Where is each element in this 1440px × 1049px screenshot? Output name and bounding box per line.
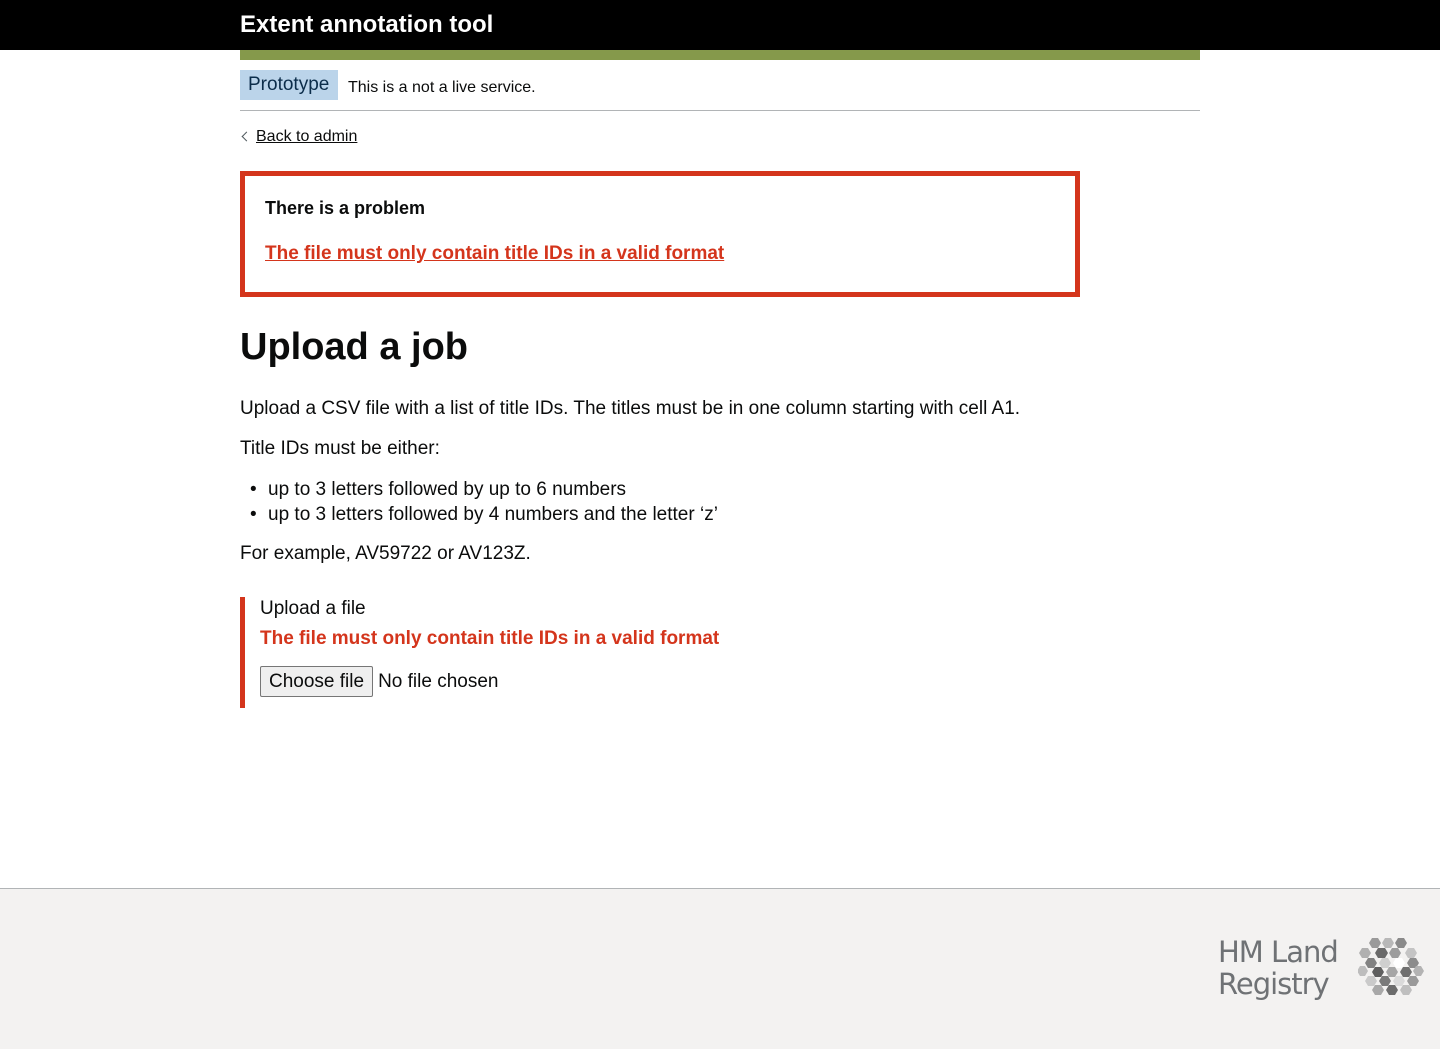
list-item: up to 3 letters followed by 4 numbers an… bbox=[240, 502, 718, 527]
hm-land-registry-logo[interactable]: HM Land Registry bbox=[1218, 936, 1424, 1000]
logo-line1: HM Land bbox=[1218, 935, 1339, 969]
footer: HM Land Registry bbox=[0, 888, 1440, 1049]
error-summary: There is a problem The file must only co… bbox=[240, 171, 1080, 297]
file-upload-error-message: The file must only contain title IDs in … bbox=[260, 628, 720, 649]
list-item: up to 3 letters followed by up to 6 numb… bbox=[240, 477, 718, 502]
error-summary-link[interactable]: The file must only contain title IDs in … bbox=[265, 242, 724, 266]
phase-tag: Prototype bbox=[240, 70, 339, 100]
phase-banner-text: This is a not a live service. bbox=[348, 79, 536, 96]
header: Extent annotation tool bbox=[0, 0, 1440, 50]
header-accent-bar bbox=[240, 50, 1200, 60]
hexagon-logo-icon bbox=[1357, 938, 1424, 995]
example-text: For example, AV59722 or AV123Z. bbox=[240, 543, 531, 564]
formats-lead-text: Title IDs must be either: bbox=[240, 438, 440, 459]
file-status-text: No file chosen bbox=[378, 670, 499, 692]
logo-wordmark: HM Land Registry bbox=[1218, 935, 1339, 1001]
error-summary-title: There is a problem bbox=[265, 198, 426, 218]
service-name[interactable]: Extent annotation tool bbox=[240, 10, 493, 40]
logo-line2: Registry bbox=[1218, 967, 1330, 1001]
file-upload-group: Upload a file The file must only contain… bbox=[240, 597, 840, 708]
file-upload-label: Upload a file bbox=[260, 598, 366, 619]
back-link[interactable]: Back to admin bbox=[240, 127, 357, 147]
choose-file-button[interactable]: Choose file bbox=[260, 666, 374, 697]
back-link-label[interactable]: Back to admin bbox=[256, 127, 357, 147]
intro-text: Upload a CSV file with a list of title I… bbox=[240, 398, 1021, 419]
phase-banner: Prototype This is a not a live service. bbox=[240, 70, 1200, 111]
page-title: Upload a job bbox=[240, 326, 468, 368]
file-upload-input[interactable]: Choose file No file chosen bbox=[260, 666, 840, 697]
chevron-left-icon bbox=[241, 131, 252, 141]
title-id-formats-list: up to 3 letters followed by up to 6 numb… bbox=[240, 477, 718, 527]
